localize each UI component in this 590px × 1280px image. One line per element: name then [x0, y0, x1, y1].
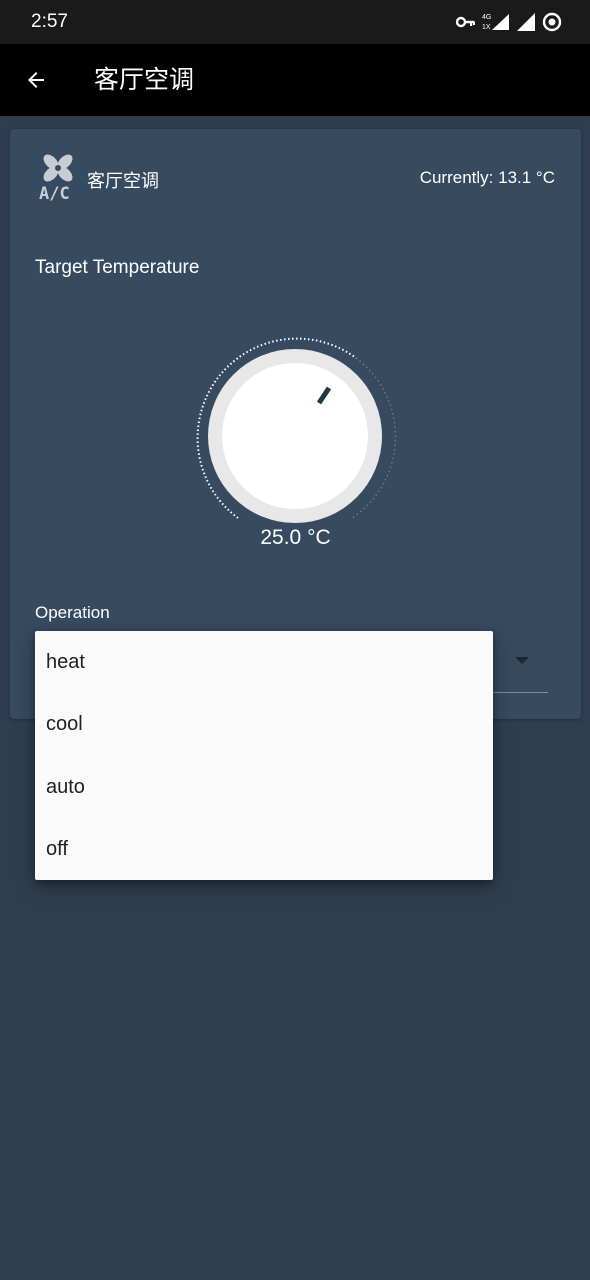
signal-icon	[517, 13, 535, 31]
signal-4g-icon: 4G 1X	[482, 14, 509, 31]
dial-knob[interactable]	[222, 363, 368, 509]
status-icons: 4G 1X	[456, 11, 562, 33]
back-button[interactable]	[18, 62, 54, 98]
app-bar: 客厅空调	[0, 44, 590, 116]
target-temperature-value: 25.0 °C	[260, 526, 331, 549]
arrow-back-icon	[28, 72, 44, 88]
operation-label: Operation	[35, 603, 110, 622]
air-conditioner-icon: A/C	[39, 154, 73, 201]
svg-text:4G: 4G	[482, 14, 491, 21]
svg-text:A/C: A/C	[39, 184, 70, 201]
chevron-down-icon[interactable]	[515, 657, 529, 664]
operation-option-off[interactable]: off	[35, 818, 493, 880]
status-bar: 2:57 4G 1X	[0, 0, 590, 44]
page-title: 客厅空调	[94, 66, 195, 94]
operation-option-cool[interactable]: cool	[35, 693, 493, 755]
circle-dot-icon	[542, 12, 562, 32]
vpn-key-icon	[456, 16, 475, 28]
current-temperature: Currently: 13.1 °C	[419, 168, 555, 187]
operation-option-heat[interactable]: heat	[35, 631, 493, 693]
operation-option-auto[interactable]: auto	[35, 756, 493, 818]
entity-name: 客厅空调	[87, 171, 159, 191]
temperature-dial[interactable]	[191, 332, 399, 540]
operation-dropdown-menu: heat cool auto off	[35, 631, 493, 880]
target-temperature-label: Target Temperature	[35, 257, 200, 278]
status-time: 2:57	[31, 11, 68, 32]
svg-text:1X: 1X	[482, 24, 491, 31]
